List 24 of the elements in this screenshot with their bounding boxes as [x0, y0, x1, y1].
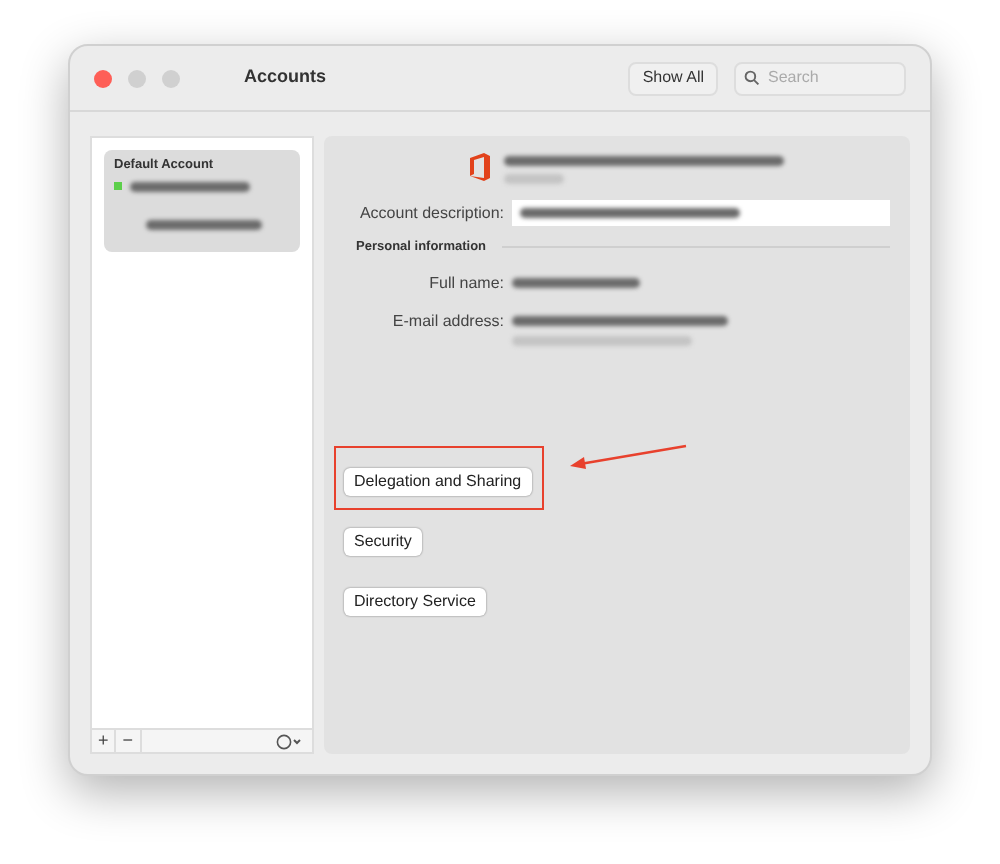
- pointer-arrow: [568, 443, 688, 472]
- search-field[interactable]: Search: [734, 61, 906, 95]
- field-label: E-mail address:: [390, 309, 504, 334]
- search-input[interactable]: Search: [768, 66, 908, 90]
- more-options-icon[interactable]: [276, 733, 304, 749]
- close-button[interactable]: [94, 69, 112, 87]
- office-logo-icon: [468, 152, 492, 182]
- field-label: Full name:: [427, 271, 504, 296]
- field-label: Account description:: [357, 201, 504, 225]
- action-button[interactable]: Security: [344, 527, 422, 556]
- search-icon: [744, 70, 760, 86]
- window-title: Accounts: [244, 64, 327, 91]
- action-button[interactable]: Directory Service: [344, 587, 486, 616]
- blurred-text: [512, 277, 640, 288]
- description-field[interactable]: [512, 200, 890, 226]
- show-all-button[interactable]: Show All: [628, 61, 718, 95]
- blurred-text: [504, 174, 564, 184]
- minimize-button[interactable]: [128, 69, 146, 87]
- action-button[interactable]: Delegation and Sharing: [344, 467, 532, 496]
- zoom-button[interactable]: [162, 69, 180, 87]
- add-button[interactable]: +: [92, 730, 117, 752]
- blurred-text: [130, 181, 250, 192]
- remove-button[interactable]: −: [116, 730, 142, 752]
- blurred-text: [146, 219, 262, 230]
